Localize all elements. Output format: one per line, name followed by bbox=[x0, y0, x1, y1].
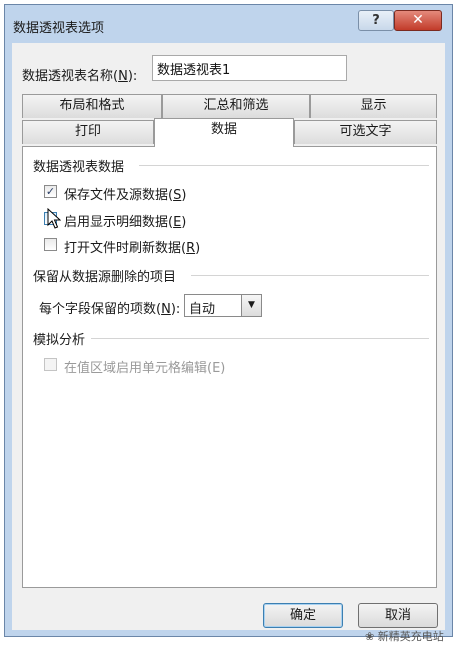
retain-items-group-title: 保留从数据源删除的项目 bbox=[33, 270, 177, 285]
tab-alt-text[interactable]: 可选文字 bbox=[294, 120, 437, 144]
cancel-button[interactable]: 取消 bbox=[358, 603, 438, 628]
dropdown-arrow-icon[interactable]: ▼ bbox=[241, 295, 261, 316]
save-source-data-label: 保存文件及源数据(S) bbox=[64, 188, 187, 203]
ok-button[interactable]: 确定 bbox=[263, 603, 343, 628]
save-source-data-checkbox[interactable]: ✓ bbox=[44, 185, 57, 198]
enable-show-details-label: 启用显示明细数据(E) bbox=[64, 215, 187, 230]
items-per-field-value: 自动 bbox=[189, 302, 216, 317]
what-if-group-title: 模拟分析 bbox=[33, 333, 86, 348]
watermark-text: 新精英充电站 bbox=[377, 630, 444, 643]
watermark: ❀ 新精英充电站 bbox=[365, 628, 444, 644]
group-divider bbox=[191, 275, 429, 276]
group-divider bbox=[91, 338, 429, 339]
tab-totals-filters[interactable]: 汇总和筛选 bbox=[162, 94, 310, 118]
mouse-pointer-icon bbox=[47, 208, 61, 229]
enable-cell-edit-checkbox bbox=[44, 358, 57, 371]
items-per-field-label: 每个字段保留的项数(N): bbox=[39, 302, 181, 317]
close-button[interactable]: ✕ bbox=[394, 10, 442, 31]
tab-data[interactable]: 数据 bbox=[154, 118, 294, 147]
enable-cell-edit-label: 在值区域启用单元格编辑(E) bbox=[64, 361, 226, 376]
tab-print[interactable]: 打印 bbox=[22, 120, 154, 144]
dialog-title: 数据透视表选项 bbox=[13, 21, 105, 36]
tab-layout-format[interactable]: 布局和格式 bbox=[22, 94, 162, 118]
refresh-on-open-label: 打开文件时刷新数据(R) bbox=[64, 241, 201, 256]
pivot-name-label: 数据透视表名称(N): bbox=[22, 69, 138, 84]
help-button[interactable]: ? bbox=[358, 10, 394, 31]
dialog-client-area: 数据透视表名称(N): 布局和格式 汇总和筛选 显示 打印 数据 可选文字 数据… bbox=[12, 43, 445, 630]
pivot-data-group-title: 数据透视表数据 bbox=[33, 160, 125, 175]
items-per-field-select[interactable]: 自动 ▼ bbox=[184, 294, 262, 317]
group-divider bbox=[139, 165, 429, 166]
data-tab-panel: 数据透视表数据 ✓ 保存文件及源数据(S) 启用显示明细数据(E) 打开文件时刷… bbox=[22, 146, 437, 588]
pivot-options-dialog: 数据透视表选项 ? ✕ 数据透视表名称(N): 布局和格式 汇总和筛选 显示 打… bbox=[4, 4, 453, 637]
wechat-icon: ❀ bbox=[365, 630, 375, 643]
tab-display[interactable]: 显示 bbox=[310, 94, 437, 118]
pivot-name-input[interactable] bbox=[152, 55, 347, 81]
refresh-on-open-checkbox[interactable] bbox=[44, 238, 57, 251]
title-bar: 数据透视表选项 ? ✕ bbox=[5, 5, 452, 43]
